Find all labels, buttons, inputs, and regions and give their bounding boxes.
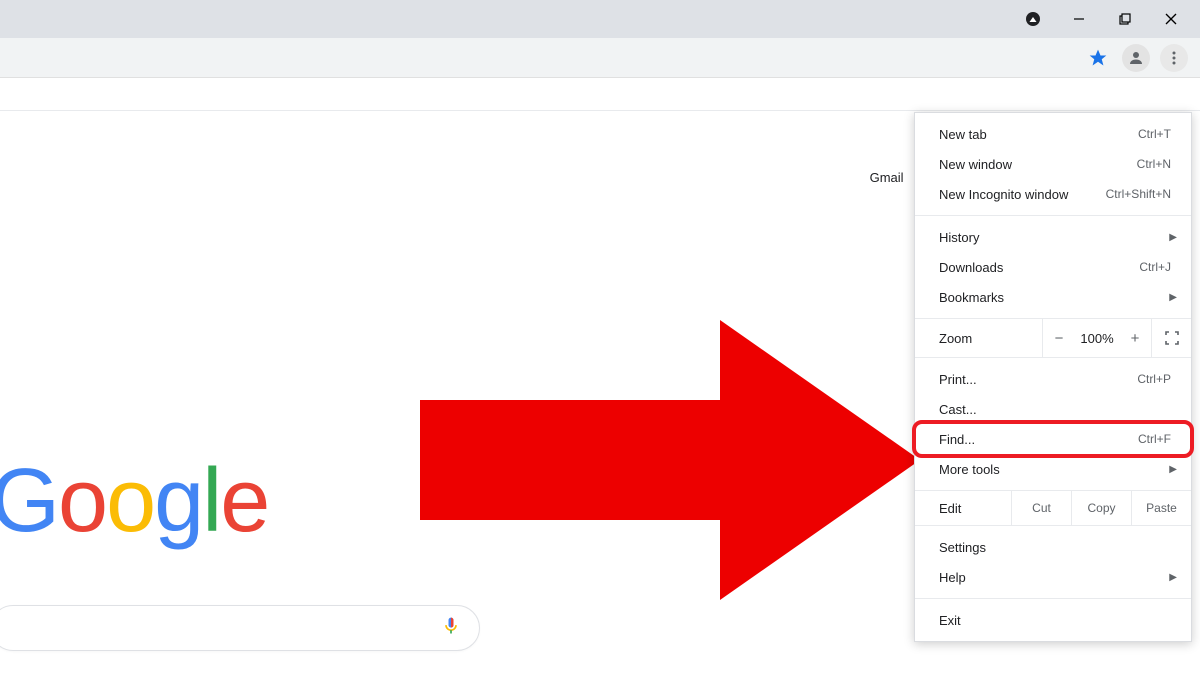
menu-new-window[interactable]: New window Ctrl+N <box>915 149 1191 179</box>
edit-label: Edit <box>915 501 1011 516</box>
logo-letter: g <box>154 451 202 551</box>
zoom-label: Zoom <box>915 331 1042 346</box>
menu-item-label: Exit <box>939 613 1171 628</box>
menu-item-label: New Incognito window <box>939 187 1106 202</box>
annotation-arrow-icon <box>400 310 940 610</box>
menu-zoom: Zoom − 100% + <box>915 318 1191 358</box>
zoom-value: 100% <box>1075 331 1119 346</box>
gmail-link[interactable]: Gmail <box>870 170 904 185</box>
minimize-button[interactable] <box>1056 4 1102 34</box>
menu-item-shortcut: Ctrl+J <box>1139 260 1171 274</box>
menu-item-shortcut: Ctrl+T <box>1138 127 1171 141</box>
divider <box>0 110 1200 111</box>
menu-item-shortcut: Ctrl+P <box>1137 372 1171 386</box>
menu-item-label: Bookmarks <box>939 290 1171 305</box>
fullscreen-button[interactable] <box>1151 319 1191 357</box>
menu-more-tools[interactable]: More tools ▶ <box>915 454 1191 484</box>
copy-button[interactable]: Copy <box>1071 491 1131 525</box>
search-input[interactable] <box>0 605 480 651</box>
menu-history[interactable]: History ▶ <box>915 222 1191 252</box>
menu-item-shortcut: Ctrl+F <box>1138 432 1171 446</box>
chevron-right-icon: ▶ <box>1169 232 1177 243</box>
menu-downloads[interactable]: Downloads Ctrl+J <box>915 252 1191 282</box>
logo-letter: o <box>58 451 106 551</box>
menu-item-label: Cast... <box>939 402 1171 417</box>
maximize-button[interactable] <box>1102 4 1148 34</box>
menu-item-shortcut: Ctrl+N <box>1137 157 1171 171</box>
bookmark-star-icon[interactable] <box>1084 44 1112 72</box>
more-menu-icon[interactable] <box>1160 44 1188 72</box>
menu-item-label: Downloads <box>939 260 1139 275</box>
menu-help[interactable]: Help ▶ <box>915 562 1191 592</box>
profile-icon[interactable] <box>1122 44 1150 72</box>
zoom-in-button[interactable]: + <box>1119 330 1151 347</box>
menu-new-tab[interactable]: New tab Ctrl+T <box>915 119 1191 149</box>
page-content: Gmail Im Google r con Google Voy a tener… <box>0 110 1200 675</box>
menu-item-label: Settings <box>939 540 1171 555</box>
menu-settings[interactable]: Settings <box>915 532 1191 562</box>
voice-search-icon[interactable] <box>441 616 461 641</box>
window-titlebar <box>0 0 1200 38</box>
chevron-right-icon: ▶ <box>1169 572 1177 583</box>
cut-button[interactable]: Cut <box>1011 491 1071 525</box>
browser-toolbar <box>0 38 1200 78</box>
menu-incognito[interactable]: New Incognito window Ctrl+Shift+N <box>915 179 1191 209</box>
menu-item-label: Find... <box>939 432 1138 447</box>
menu-cast[interactable]: Cast... <box>915 394 1191 424</box>
chrome-badge-icon <box>1010 4 1056 34</box>
menu-item-shortcut: Ctrl+Shift+N <box>1106 187 1171 201</box>
google-logo: Google <box>0 450 268 553</box>
menu-item-label: New tab <box>939 127 1138 142</box>
logo-letter: G <box>0 451 58 551</box>
menu-item-label: More tools <box>939 462 1171 477</box>
menu-item-label: History <box>939 230 1171 245</box>
menu-find[interactable]: Find... Ctrl+F <box>915 424 1191 454</box>
close-button[interactable] <box>1148 4 1194 34</box>
logo-letter: e <box>220 451 268 551</box>
menu-bookmarks[interactable]: Bookmarks ▶ <box>915 282 1191 312</box>
chrome-menu: New tab Ctrl+T New window Ctrl+N New Inc… <box>914 112 1192 642</box>
menu-edit: Edit Cut Copy Paste <box>915 490 1191 526</box>
logo-letter: l <box>202 451 220 551</box>
menu-exit[interactable]: Exit <box>915 605 1191 635</box>
logo-letter: o <box>106 451 154 551</box>
chevron-right-icon: ▶ <box>1169 292 1177 303</box>
paste-button[interactable]: Paste <box>1131 491 1191 525</box>
menu-item-label: Print... <box>939 372 1137 387</box>
menu-print[interactable]: Print... Ctrl+P <box>915 364 1191 394</box>
chevron-right-icon: ▶ <box>1169 464 1177 475</box>
menu-item-label: Help <box>939 570 1171 585</box>
menu-item-label: New window <box>939 157 1137 172</box>
zoom-out-button[interactable]: − <box>1043 330 1075 347</box>
